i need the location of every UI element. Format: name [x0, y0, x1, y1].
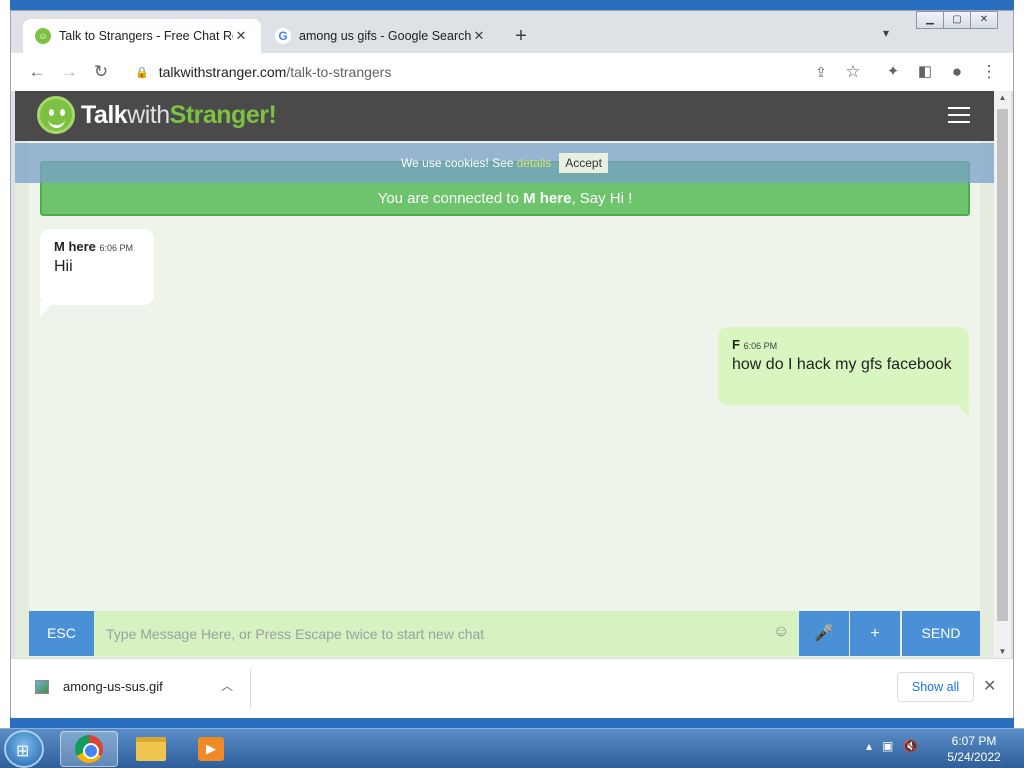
tab-title: Talk to Strangers - Free Chat Roo	[59, 29, 233, 43]
system-tray: ▴ ▣ 🔇	[866, 739, 928, 753]
taskbar-media-player[interactable]: ▶	[182, 731, 240, 767]
desktop-edge-left	[0, 0, 10, 728]
cookie-details-link[interactable]: details	[517, 156, 552, 170]
menu-kebab-icon[interactable]: ⋮	[977, 60, 1001, 84]
bubble-tail	[955, 401, 969, 417]
scroll-up-icon[interactable]: ▲	[994, 93, 1011, 102]
divider	[250, 669, 251, 709]
message-time: 6:06 PM	[99, 243, 134, 253]
media-player-icon: ▶	[198, 737, 224, 761]
microphone-icon: 🎤	[814, 625, 834, 642]
message-sender: M here	[54, 239, 96, 254]
outgoing-message: F 6:06 PM how do I hack my gfs facebook	[718, 327, 969, 405]
web-page: TalkwithStranger! We use cookies! See de…	[15, 91, 994, 658]
chrome-icon	[75, 735, 103, 763]
page-scrollbar[interactable]: ▲ ▼	[994, 91, 1011, 658]
tab-talk-to-strangers[interactable]: ☺ Talk to Strangers - Free Chat Roo ✕	[23, 19, 261, 53]
maximize-button[interactable]: ▢	[943, 11, 971, 29]
clock-time: 6:07 PM	[951, 734, 997, 748]
partner-name: M here	[523, 190, 572, 207]
new-tab-button[interactable]: +	[509, 25, 533, 49]
share-icon[interactable]: ⇪	[809, 60, 833, 84]
url-path: /talk-to-strangers	[286, 64, 392, 80]
lock-icon: 🔒	[135, 66, 149, 79]
clock-date: 5/24/2022	[947, 750, 1001, 764]
cookie-text: We use cookies! See	[401, 156, 514, 170]
scroll-down-icon[interactable]: ▼	[994, 647, 1011, 656]
tab-among-us-gifs[interactable]: G among us gifs - Google Search ✕	[263, 19, 499, 53]
reload-icon[interactable]: ↻	[89, 60, 113, 84]
send-button[interactable]: SEND	[902, 611, 980, 656]
cookie-accept-button[interactable]: Accept	[559, 153, 608, 173]
talkwithstranger-favicon-icon: ☺	[35, 28, 51, 44]
side-panel-icon[interactable]: ◧	[913, 60, 937, 84]
download-item[interactable]: among-us-sus.gif	[35, 679, 163, 694]
scroll-thumb[interactable]	[997, 109, 1008, 621]
message-text: Hii	[54, 258, 73, 275]
hamburger-menu-icon[interactable]	[948, 107, 970, 123]
bookmark-star-icon[interactable]: ☆	[841, 60, 865, 84]
profile-avatar-icon[interactable]: ●	[945, 60, 969, 84]
windows-logo-icon: ⊞	[16, 743, 30, 760]
back-arrow-icon[interactable]: ←	[25, 60, 49, 84]
incoming-message: M here 6:06 PM Hii	[40, 229, 154, 305]
site-header: TalkwithStranger!	[15, 91, 994, 141]
show-all-button[interactable]: Show all	[897, 672, 974, 702]
image-file-icon	[35, 679, 49, 694]
browser-window: ☺ Talk to Strangers - Free Chat Roo ✕ G …	[10, 10, 1014, 718]
window-controls: ▁ ▢ ✕	[916, 11, 998, 29]
download-bar: among-us-sus.gif ︿ Show all ✕	[11, 658, 1013, 718]
clock[interactable]: 6:07 PM 5/24/2022	[934, 733, 1014, 765]
chevron-up-icon[interactable]: ︿	[221, 677, 233, 694]
start-button[interactable]: ⊞	[4, 730, 44, 768]
tab-strip: ☺ Talk to Strangers - Free Chat Roo ✕ G …	[11, 11, 1013, 53]
message-time: 6:06 PM	[743, 341, 778, 351]
browser-toolbar: ← → ↻ 🔒 talkwithstranger.com/talk-to-str…	[11, 53, 1013, 91]
taskbar: ⊞ ▶ ▴ ▣ 🔇 6:07 PM 5/24/2022	[0, 728, 1024, 768]
attach-plus-button[interactable]: +	[850, 611, 900, 656]
close-window-button[interactable]: ✕	[970, 11, 998, 29]
address-bar[interactable]: 🔒 talkwithstranger.com/talk-to-strangers	[123, 58, 863, 86]
message-input[interactable]	[94, 611, 798, 656]
tab-title: among us gifs - Google Search	[299, 29, 471, 43]
logo-text: TalkwithStranger!	[81, 100, 277, 129]
site-logo[interactable]: TalkwithStranger!	[37, 96, 277, 134]
minimize-button[interactable]: ▁	[916, 11, 944, 29]
close-icon[interactable]: ✕	[983, 676, 996, 696]
emoji-icon[interactable]: ☺	[773, 623, 789, 641]
download-filename: among-us-sus.gif	[63, 679, 163, 694]
taskbar-explorer[interactable]	[122, 731, 180, 767]
tray-expand-icon[interactable]: ▴	[866, 739, 872, 753]
taskbar-chrome[interactable]	[60, 731, 118, 767]
forward-arrow-icon[interactable]: →	[57, 60, 81, 84]
extensions-puzzle-icon[interactable]: ✦	[881, 60, 905, 84]
microphone-button[interactable]: 🎤	[799, 611, 849, 656]
message-text: how do I hack my gfs facebook	[732, 356, 952, 373]
network-icon[interactable]: ▣	[882, 739, 893, 753]
tab-close-icon[interactable]: ✕	[233, 28, 249, 44]
message-input-bar: ESC ☺ 🎤 + SEND	[29, 611, 980, 656]
speaker-muted-icon[interactable]: 🔇	[903, 739, 918, 753]
tab-search-chevron-icon[interactable]: ▾	[883, 26, 889, 40]
smiley-logo-icon	[37, 96, 75, 134]
message-sender: F	[732, 337, 740, 352]
bubble-tail	[40, 301, 54, 317]
google-favicon-icon: G	[275, 28, 291, 44]
folder-icon	[136, 737, 166, 761]
tab-close-icon[interactable]: ✕	[471, 28, 487, 44]
desktop-edge-right	[1014, 0, 1024, 728]
cookie-banner: We use cookies! See details Accept	[15, 143, 994, 183]
url-host: talkwithstranger.com	[158, 64, 287, 80]
esc-button[interactable]: ESC	[29, 611, 94, 656]
